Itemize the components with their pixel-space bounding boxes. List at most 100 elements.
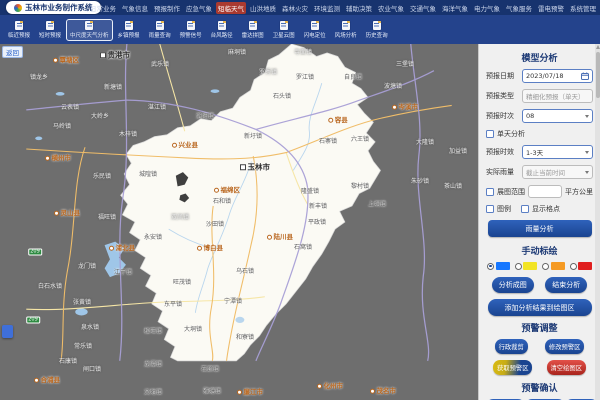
back-button[interactable]: 返回	[2, 46, 23, 58]
app-title: 玉林市业务制作系统	[25, 2, 93, 13]
range-row: 展图范围 平方公里	[486, 185, 593, 198]
tab-2[interactable]: 中尺度天气分析	[66, 19, 113, 41]
grid-points-checkbox[interactable]	[521, 205, 529, 213]
tab-9[interactable]: 闪电定位	[300, 19, 330, 41]
color-radio-3[interactable]	[570, 263, 577, 270]
single-day-checkbox-row: 单天分析	[486, 129, 593, 139]
adjust-buttons-row2: 获取预警区清空绘图区	[486, 360, 593, 375]
app-logo-icon	[14, 4, 22, 12]
chevron-down-icon	[585, 115, 589, 118]
color-swatch-row	[487, 262, 592, 270]
application-window: 玉林市业务制作系统 日常业务气象信息预报制作应急气象短临天气山洪地质森林火灾环境…	[0, 0, 600, 400]
topnav-item-9[interactable]: 农业气象	[376, 2, 406, 14]
manual-button-0[interactable]: 分析成图	[492, 277, 534, 293]
single-day-checkbox[interactable]	[486, 130, 494, 138]
display-options-row: 图例 显示格点	[486, 204, 593, 214]
section-title-manual-plot: 手动标绘	[486, 244, 593, 257]
analysis-panel: 模型分析 预报日期 2023/07/18 预报类型 精细化预报（单天） 预报时次…	[478, 44, 600, 400]
tab-4[interactable]: 雨量查询	[145, 19, 175, 41]
tab-8[interactable]: 卫星云图	[269, 19, 299, 41]
forecast-hour-row: 预报时次 08	[486, 109, 593, 123]
topnav-item-3[interactable]: 应急气象	[184, 2, 214, 14]
tab-1[interactable]: 短时预报	[35, 19, 65, 41]
color-radio-2[interactable]	[542, 263, 549, 270]
document-icon	[125, 21, 133, 30]
color-swatch[interactable]	[578, 262, 592, 270]
topnav-item-5[interactable]: 山洪地质	[248, 2, 278, 14]
forecast-type-input: 精细化预报（单天）	[522, 89, 593, 103]
add-result-button[interactable]: 添加分析结果到绘图区	[488, 299, 592, 316]
topnav-item-0[interactable]: 日常业务	[88, 2, 118, 14]
scrollbar-thumb[interactable]	[596, 52, 600, 98]
document-icon	[280, 21, 288, 30]
legend-checkbox[interactable]	[486, 205, 494, 213]
document-icon	[311, 21, 319, 30]
calendar-icon	[581, 72, 589, 80]
tab-11[interactable]: 历史查询	[362, 19, 392, 41]
topnav-item-6[interactable]: 森林火灾	[280, 2, 310, 14]
color-option-0	[487, 262, 510, 270]
adjust-button-0[interactable]: 行政裁剪	[495, 339, 528, 354]
adjust-button-1[interactable]: 修改预警区	[545, 339, 584, 354]
adjust-buttons-row1: 行政裁剪 修改预警区	[486, 339, 593, 354]
forecast-period-label: 预报时效	[486, 147, 522, 157]
topnav-item-12[interactable]: 电力气象	[472, 2, 502, 14]
forecast-date-label: 预报日期	[486, 71, 522, 81]
forecast-date-row: 预报日期 2023/07/18	[486, 69, 593, 83]
adjust-button-b-1[interactable]: 清空绘图区	[547, 360, 586, 375]
color-option-2	[542, 262, 565, 270]
tab-6[interactable]: 台风路径	[207, 19, 237, 41]
forecast-hour-select[interactable]: 08	[522, 109, 593, 123]
topnav-item-11[interactable]: 海洋气象	[440, 2, 470, 14]
topnav-item-8[interactable]: 辅助决策	[344, 2, 374, 14]
color-swatch[interactable]	[551, 262, 565, 270]
rain-analysis-button[interactable]: 雨量分析	[488, 220, 592, 237]
section-title-model-analysis: 模型分析	[486, 51, 593, 64]
map-graphics	[0, 44, 478, 400]
tab-3[interactable]: 乡镇预报	[114, 19, 144, 41]
adjust-button-b-0[interactable]: 获取预警区	[493, 360, 532, 375]
document-icon	[218, 21, 226, 30]
map-tool-button[interactable]	[2, 325, 13, 338]
color-radio-1[interactable]	[515, 263, 522, 270]
document-icon	[187, 21, 195, 30]
actual-rain-label: 实际雨量	[486, 167, 522, 177]
manual-button-1[interactable]: 结束分析	[545, 277, 587, 293]
panel-scrollbar[interactable]	[595, 44, 600, 400]
forecast-period-select[interactable]: 1-3天	[522, 145, 593, 159]
topnav-item-15[interactable]: 系统管理	[568, 2, 598, 14]
tab-bar: 临近预报短时预报中尺度天气分析乡镇预报雨量查询预警信号台风路径雷达拼图卫星云图闪…	[0, 15, 600, 44]
forecast-date-input[interactable]: 2023/07/18	[522, 69, 593, 83]
yulin-region-shape	[121, 44, 381, 361]
tab-10[interactable]: 风场分析	[331, 19, 361, 41]
top-bar: 玉林市业务制作系统 日常业务气象信息预报制作应急气象短临天气山洪地质森林火灾环境…	[0, 0, 600, 15]
document-icon	[46, 21, 54, 30]
color-swatch[interactable]	[496, 262, 510, 270]
range-label: 展图范围	[497, 187, 525, 197]
topnav-item-7[interactable]: 环境监测	[312, 2, 342, 14]
app-logo: 玉林市业务制作系统	[6, 1, 101, 14]
topnav-item-14[interactable]: 雷电预警	[536, 2, 566, 14]
document-icon	[249, 21, 257, 30]
forecast-type-label: 预报类型	[486, 91, 522, 101]
range-area-input[interactable]	[528, 185, 562, 198]
scroll-up-icon	[596, 45, 600, 49]
topnav-item-2[interactable]: 预报制作	[152, 2, 182, 14]
topnav-item-13[interactable]: 气象服务	[504, 2, 534, 14]
topnav-item-10[interactable]: 交通气象	[408, 2, 438, 14]
legend-label: 图例	[497, 204, 511, 214]
topnav-item-4[interactable]: 短临天气	[216, 2, 246, 14]
tab-label: 临近预报	[8, 31, 30, 39]
topnav-item-1[interactable]: 气象信息	[120, 2, 150, 14]
color-radio-0[interactable]	[487, 263, 494, 270]
tab-0[interactable]: 临近预报	[4, 19, 34, 41]
color-swatch[interactable]	[523, 262, 537, 270]
document-icon	[373, 21, 381, 30]
actual-rain-select[interactable]: 截止当前时间	[522, 165, 593, 179]
map-canvas[interactable]: 贵港市玉林市覃塘区兴业县横州市灵山县浦北县博白县福绵区陆川县容县岑溪市合浦县廉江…	[0, 44, 478, 400]
range-checkbox[interactable]	[486, 188, 494, 196]
document-icon	[156, 21, 164, 30]
tab-7[interactable]: 雷达拼图	[238, 19, 268, 41]
section-title-adjust: 预警调整	[486, 321, 593, 334]
tab-5[interactable]: 预警信号	[176, 19, 206, 41]
